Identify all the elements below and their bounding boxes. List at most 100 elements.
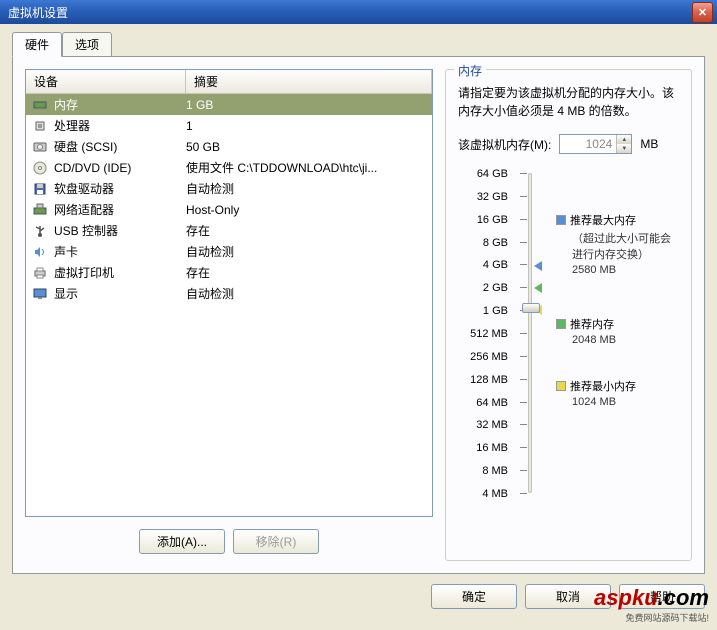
tick-label: 2 GB (483, 282, 508, 294)
swatch-max-icon (556, 215, 566, 225)
titlebar: 虚拟机设置 ✕ (0, 0, 717, 24)
tick-label: 128 MB (470, 374, 508, 386)
list-row[interactable]: USB 控制器 存在 (26, 220, 432, 241)
device-list: 设备 摘要 内存 1 GB 处理器 1 硬盘 (SCSI) 50 GB CD/DVD (ID… (25, 69, 433, 517)
group-title: 内存 (454, 62, 486, 79)
legend-min: 推荐最小内存 1024 MB (556, 378, 636, 408)
tick-label: 1 GB (483, 305, 508, 317)
printer-icon (30, 265, 50, 281)
device-name: USB 控制器 (54, 222, 118, 239)
tab-bar: 硬件 选项 (12, 32, 705, 57)
legend-max: 推荐最大内存 （超过此大小可能会进行内存交换） 2580 MB (556, 212, 679, 276)
tick-label: 64 GB (477, 168, 508, 180)
tick-label: 4 MB (482, 488, 508, 500)
slider-ticks: 64 GB 32 GB 16 GB 8 GB 4 GB 2 GB 1 GB 512 MB 256… (458, 168, 508, 498)
tick-label: 512 MB (470, 328, 508, 340)
device-name: 网络适配器 (54, 201, 114, 218)
device-name: 虚拟打印机 (54, 264, 114, 281)
swatch-rec-icon (556, 319, 566, 329)
cpu-icon (30, 118, 50, 134)
memory-spinner[interactable]: ▲ ▼ (559, 134, 632, 154)
remove-button[interactable]: 移除(R) (233, 529, 319, 554)
device-summary: 使用文件 C:\TDDOWNLOAD\htc\ji... (186, 159, 428, 176)
tick-label: 256 MB (470, 351, 508, 363)
list-header: 设备 摘要 (26, 70, 432, 94)
display-icon (30, 286, 50, 302)
tick-label: 8 GB (483, 237, 508, 249)
header-summary[interactable]: 摘要 (186, 70, 432, 93)
device-summary: 自动检测 (186, 180, 428, 197)
tick-label: 16 GB (477, 214, 508, 226)
device-summary: 存在 (186, 222, 428, 239)
device-summary: 存在 (186, 264, 428, 281)
slider-track (528, 173, 532, 493)
slider-area: 64 GB 32 GB 16 GB 8 GB 4 GB 2 GB 1 GB 512 MB 256… (458, 168, 679, 498)
tab-options[interactable]: 选项 (62, 32, 112, 57)
tick-label: 8 MB (482, 465, 508, 477)
sound-icon (30, 244, 50, 260)
tick-label: 16 MB (476, 442, 508, 454)
list-row[interactable]: CD/DVD (IDE) 使用文件 C:\TDDOWNLOAD\htc\ji... (26, 157, 432, 178)
close-icon[interactable]: ✕ (692, 2, 713, 23)
device-name: 内存 (54, 96, 78, 113)
slider[interactable] (518, 168, 546, 498)
device-summary: 自动检测 (186, 243, 428, 260)
device-name: 声卡 (54, 243, 78, 260)
list-row[interactable]: 软盘驱动器 自动检测 (26, 178, 432, 199)
help-button[interactable]: 帮助 (619, 584, 705, 609)
memory-input-row: 该虚拟机内存(M): ▲ ▼ MB (458, 134, 679, 154)
device-summary: 1 (186, 119, 428, 133)
tab-hardware[interactable]: 硬件 (12, 32, 62, 57)
spin-down-icon[interactable]: ▼ (616, 144, 631, 153)
list-row[interactable]: 内存 1 GB (26, 94, 432, 115)
device-summary: 50 GB (186, 140, 428, 154)
tick-label: 64 MB (476, 397, 508, 409)
list-row[interactable]: 虚拟打印机 存在 (26, 262, 432, 283)
list-row[interactable]: 声卡 自动检测 (26, 241, 432, 262)
left-column: 设备 摘要 内存 1 GB 处理器 1 硬盘 (SCSI) 50 GB CD/DVD (ID… (25, 69, 433, 561)
marker-max (534, 261, 542, 271)
device-summary: 自动检测 (186, 285, 428, 302)
tick-label: 4 GB (483, 259, 508, 271)
window-title: 虚拟机设置 (4, 4, 692, 21)
add-button[interactable]: 添加(A)... (139, 529, 225, 554)
spin-up-icon[interactable]: ▲ (616, 135, 631, 144)
usb-icon (30, 223, 50, 239)
memory-description: 请指定要为该虚拟机分配的内存大小。该内存大小值必须是 4 MB 的倍数。 (458, 84, 679, 120)
device-name: 软盘驱动器 (54, 180, 114, 197)
cancel-button[interactable]: 取消 (525, 584, 611, 609)
hdd-icon (30, 139, 50, 155)
device-name: CD/DVD (IDE) (54, 161, 131, 175)
list-row[interactable]: 处理器 1 (26, 115, 432, 136)
legend: 推荐最大内存 （超过此大小可能会进行内存交换） 2580 MB 推荐内存 204… (556, 168, 679, 498)
cd-icon (30, 160, 50, 176)
device-name: 处理器 (54, 117, 90, 134)
dialog-buttons: 确定 取消 帮助 (12, 584, 705, 609)
swatch-min-icon (556, 381, 566, 391)
ok-button[interactable]: 确定 (431, 584, 517, 609)
tick-label: 32 GB (477, 191, 508, 203)
memory-input[interactable] (560, 135, 616, 153)
device-name: 硬盘 (SCSI) (54, 138, 117, 155)
nic-icon (30, 202, 50, 218)
device-summary: Host-Only (186, 203, 428, 217)
list-buttons: 添加(A)... 移除(R) (25, 529, 433, 554)
tick-label: 32 MB (476, 419, 508, 431)
list-row[interactable]: 硬盘 (SCSI) 50 GB (26, 136, 432, 157)
marker-rec (534, 283, 542, 293)
device-name: 显示 (54, 285, 78, 302)
header-device[interactable]: 设备 (26, 70, 186, 93)
memory-group: 内存 请指定要为该虚拟机分配的内存大小。该内存大小值必须是 4 MB 的倍数。 … (445, 69, 692, 561)
memory-label: 该虚拟机内存(M): (458, 136, 551, 153)
legend-rec: 推荐内存 2048 MB (556, 316, 616, 346)
memory-icon (30, 97, 50, 113)
device-summary: 1 GB (186, 98, 428, 112)
memory-unit: MB (640, 137, 658, 151)
panel: 设备 摘要 内存 1 GB 处理器 1 硬盘 (SCSI) 50 GB CD/DVD (ID… (12, 56, 705, 574)
content: 硬件 选项 设备 摘要 内存 1 GB 处理器 1 硬盘 (SCSI) 50 GB CD/D… (0, 24, 717, 630)
list-row[interactable]: 显示 自动检测 (26, 283, 432, 304)
floppy-icon (30, 181, 50, 197)
right-column: 内存 请指定要为该虚拟机分配的内存大小。该内存大小值必须是 4 MB 的倍数。 … (445, 69, 692, 561)
list-row[interactable]: 网络适配器 Host-Only (26, 199, 432, 220)
slider-thumb[interactable] (522, 303, 540, 313)
